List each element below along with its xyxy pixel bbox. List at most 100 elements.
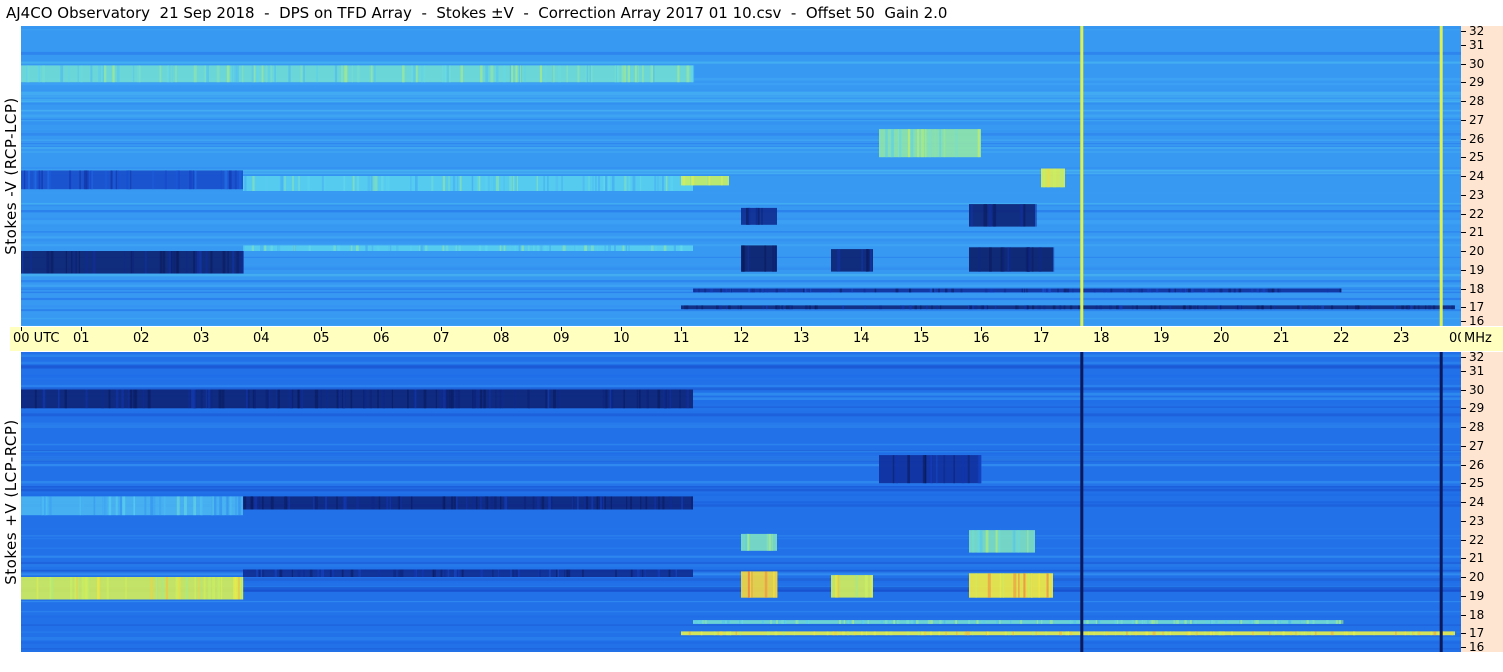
top-band-stripe bbox=[555, 176, 559, 191]
top-band-stripe bbox=[38, 170, 41, 190]
bottom-band-stripe bbox=[483, 389, 486, 409]
bottom-band-stripe bbox=[1231, 631, 1233, 636]
time-tick-label: 09 bbox=[553, 331, 570, 346]
bottom-band-stripe bbox=[313, 496, 315, 510]
top-band-stripe bbox=[334, 245, 336, 251]
top-band-stripe bbox=[520, 65, 521, 83]
top-band-stripe bbox=[1124, 288, 1127, 293]
bottom-band-stripe bbox=[982, 620, 985, 624]
bottom-band-stripe bbox=[1035, 631, 1037, 636]
bottom-band-stripe bbox=[456, 496, 458, 510]
bottom-texture-line bbox=[21, 612, 1461, 615]
bottom-band-stripe bbox=[1279, 620, 1281, 624]
top-band-stripe bbox=[77, 65, 79, 83]
top-band-stripe bbox=[159, 65, 162, 83]
bottom-band-stripe bbox=[480, 496, 482, 510]
top-texture-line bbox=[21, 93, 1461, 96]
top-texture-line bbox=[21, 96, 1461, 98]
top-band-stripe bbox=[85, 170, 88, 190]
bottom-band-stripe bbox=[997, 530, 1001, 553]
bottom-texture-line bbox=[21, 443, 1461, 446]
bottom-freq-tick: 23 bbox=[1461, 514, 1503, 528]
top-band-stripe bbox=[261, 65, 264, 83]
top-band-stripe bbox=[549, 245, 551, 251]
top-band-stripe bbox=[73, 251, 75, 274]
top-band-stripe bbox=[919, 129, 921, 158]
top-band-stripe bbox=[224, 170, 228, 190]
top-band-stripe bbox=[624, 176, 627, 191]
bottom-band-stripe bbox=[1184, 620, 1187, 624]
top-band-stripe bbox=[659, 176, 662, 191]
top-band-stripe bbox=[1188, 288, 1191, 293]
bottom-band-stripe bbox=[1452, 631, 1454, 636]
top-texture-line bbox=[21, 297, 1461, 301]
top-band-stripe bbox=[227, 251, 229, 274]
bottom-band-stripe bbox=[907, 455, 910, 484]
top-band-stripe bbox=[945, 288, 948, 293]
top-band-stripe bbox=[1451, 305, 1454, 310]
bottom-band-stripe bbox=[781, 620, 785, 624]
bottom-band-stripe bbox=[775, 571, 778, 598]
time-tick-label: 05 bbox=[313, 331, 330, 346]
bottom-band-stripe bbox=[265, 389, 268, 409]
bottom-band-stripe bbox=[548, 569, 551, 577]
top-band-stripe bbox=[41, 170, 43, 190]
bottom-band-stripe bbox=[681, 496, 683, 510]
bottom-band-stripe bbox=[719, 631, 723, 636]
bottom-band-stripe bbox=[262, 496, 264, 510]
bottom-band-stripe bbox=[741, 620, 744, 624]
top-band-stripe bbox=[1269, 288, 1272, 293]
top-band-stripe bbox=[90, 65, 93, 83]
bottom-band-stripe bbox=[175, 577, 179, 600]
top-band-stripe bbox=[527, 245, 530, 251]
mhz-unit-label: MHz bbox=[1461, 327, 1503, 351]
bottom-band-stripe bbox=[156, 577, 159, 600]
bottom-band-stripe bbox=[1115, 631, 1117, 636]
bottom-band-stripe bbox=[193, 389, 196, 409]
top-band-stripe bbox=[1401, 305, 1405, 310]
top-band-stripe bbox=[524, 65, 526, 83]
top-band-stripe bbox=[967, 305, 969, 310]
bottom-band-stripe bbox=[1352, 631, 1355, 636]
bottom-band-stripe bbox=[147, 389, 151, 409]
bottom-band-stripe bbox=[125, 577, 127, 600]
bottom-band-stripe bbox=[480, 389, 483, 409]
bottom-band-stripe bbox=[211, 496, 214, 516]
bottom-band-stripe bbox=[1186, 631, 1189, 636]
bottom-band-stripe bbox=[839, 620, 841, 624]
top-texture-line bbox=[21, 120, 1461, 122]
top-band-stripe bbox=[837, 249, 841, 272]
bottom-band-stripe bbox=[930, 620, 933, 624]
top-band-stripe bbox=[1262, 288, 1266, 293]
top-band-stripe bbox=[1000, 247, 1003, 272]
top-band-stripe bbox=[445, 245, 449, 251]
top-band-stripe bbox=[376, 245, 380, 251]
bottom-band-stripe bbox=[382, 389, 385, 409]
top-band-stripe bbox=[604, 245, 607, 251]
top-band-stripe bbox=[603, 176, 606, 191]
top-freq-tick-label: 21 bbox=[1469, 225, 1485, 240]
bottom-band-stripe bbox=[1036, 620, 1038, 624]
bottom-band-stripe bbox=[193, 496, 196, 516]
bottom-band-stripe bbox=[964, 631, 967, 636]
bottom-emission-band bbox=[693, 620, 1341, 624]
top-band-stripe bbox=[1043, 305, 1046, 310]
bottom-band-stripe bbox=[597, 496, 600, 510]
bottom-band-stripe bbox=[855, 575, 858, 598]
bottom-band-stripe bbox=[288, 496, 290, 510]
top-band-stripe bbox=[252, 176, 255, 191]
top-band-stripe bbox=[1047, 168, 1050, 188]
bottom-band-stripe bbox=[517, 569, 520, 577]
bottom-band-stripe bbox=[447, 569, 450, 577]
top-band-stripe bbox=[132, 65, 135, 83]
top-band-stripe bbox=[1103, 288, 1106, 293]
bottom-freq-tick-label: 26 bbox=[1469, 457, 1485, 472]
top-band-stripe bbox=[1021, 288, 1023, 293]
top-band-stripe bbox=[112, 170, 116, 190]
bottom-band-stripe bbox=[492, 569, 494, 577]
bottom-band-stripe bbox=[226, 496, 229, 516]
top-band-stripe bbox=[1116, 305, 1119, 310]
top-band-stripe bbox=[701, 305, 704, 310]
top-band-stripe bbox=[682, 176, 686, 186]
bottom-band-stripe bbox=[604, 389, 608, 409]
